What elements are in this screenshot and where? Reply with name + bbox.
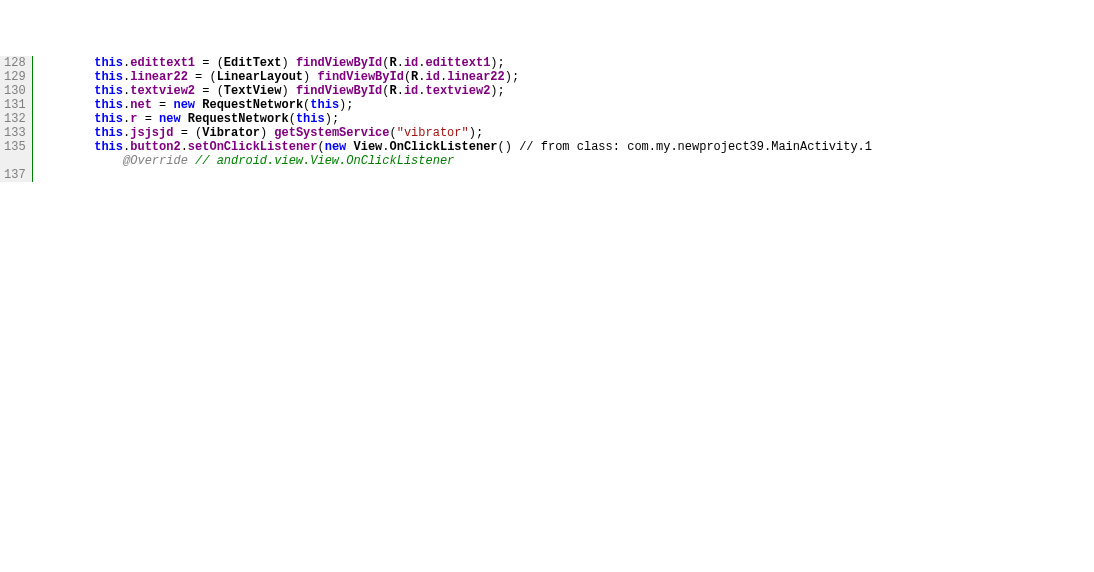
line-number: 131 [4, 98, 26, 112]
code-editor: 128129130131132133135 137 this.edittext1… [0, 56, 1094, 182]
line-number: 128 [4, 56, 26, 70]
line-number: 137 [4, 168, 26, 182]
code-line[interactable]: this.net = new RequestNetwork(this); [37, 98, 872, 112]
code-line[interactable]: this.r = new RequestNetwork(this); [37, 112, 872, 126]
code-line[interactable]: this.linear22 = (LinearLayout) findViewB… [37, 70, 872, 84]
code-line[interactable]: this.textview2 = (TextView) findViewById… [37, 84, 872, 98]
line-number: 133 [4, 126, 26, 140]
code-line[interactable]: this.jsjsjd = (Vibrator) getSystemServic… [37, 126, 872, 140]
code-area[interactable]: this.edittext1 = (EditText) findViewById… [33, 56, 872, 182]
line-number [4, 154, 26, 168]
line-number: 130 [4, 84, 26, 98]
line-number: 135 [4, 140, 26, 154]
line-number: 132 [4, 112, 26, 126]
code-line[interactable]: @Override // android.view.View.OnClickLi… [37, 154, 872, 168]
code-line[interactable]: this.edittext1 = (EditText) findViewById… [37, 56, 872, 70]
code-line[interactable]: this.button2.setOnClickListener(new View… [37, 140, 872, 154]
line-number: 129 [4, 70, 26, 84]
line-number-gutter: 128129130131132133135 137 [0, 56, 33, 182]
